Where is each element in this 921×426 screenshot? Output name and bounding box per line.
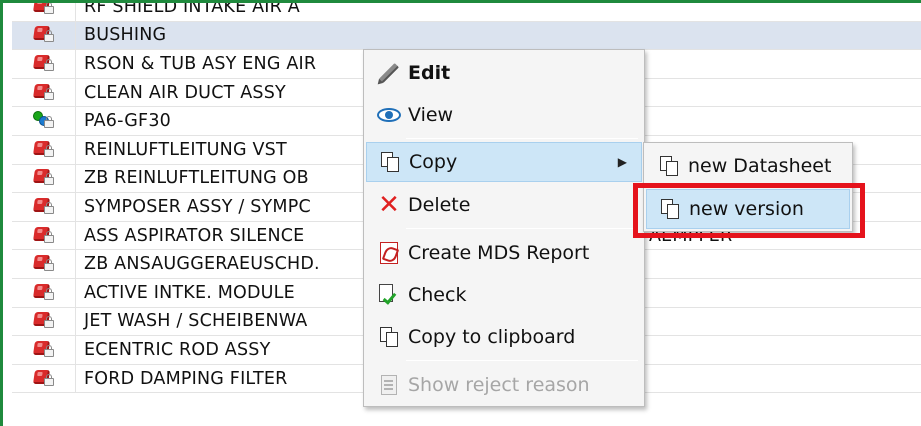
locked-status-icon [32, 254, 56, 274]
menu-item-view-label: View [408, 104, 454, 126]
context-menu: Edit View Copy ▶ ✕ Delete Create MDS Rep… [363, 49, 645, 407]
locked-status-icon [32, 283, 56, 303]
locked-status-icon [32, 311, 56, 331]
eye-icon [370, 108, 408, 122]
locked-status-icon [32, 83, 56, 103]
approved-status-icon [32, 111, 56, 131]
status-cell [12, 164, 76, 193]
row-name-text: PA6-GF30 [84, 111, 171, 132]
status-cell [12, 193, 76, 221]
menu-item-create-mds-report-label: Create MDS Report [408, 242, 590, 264]
menu-item-view[interactable]: View [366, 95, 642, 135]
menu-item-check-label: Check [408, 284, 467, 306]
locked-status-icon [32, 140, 56, 160]
menu-separator [406, 228, 638, 229]
locked-status-icon [32, 226, 56, 246]
status-cell [12, 21, 76, 50]
row-name-text: SYMPOSER ASSY / SYMPC [84, 196, 311, 217]
menu-item-copy-to-clipboard-label: Copy to clipboard [408, 326, 576, 348]
row-name-text: RF SHIELD INTAKE AIR A [84, 0, 300, 17]
status-cell [12, 364, 76, 393]
menu-item-check[interactable]: Check [366, 275, 642, 315]
submenu-arrow-icon: ▶ [617, 155, 627, 169]
status-cell [12, 107, 76, 135]
row-name-text: RSON & TUB ASY ENG AIR [84, 53, 317, 74]
status-cell [12, 78, 76, 107]
row-name-text: ECENTRIC ROD ASSY [84, 339, 271, 360]
check-icon [370, 284, 408, 306]
menu-separator [406, 138, 638, 139]
row-name: RF SHIELD INTAKE AIR A [76, 0, 921, 21]
row-name-text: ZB REINLUFTLEITUNG OB [84, 168, 309, 189]
locked-status-icon [32, 54, 56, 74]
row-name-text: JET WASH / SCHEIBENWA [84, 311, 308, 332]
submenu-item-new-datasheet[interactable]: new Datasheet [646, 146, 850, 186]
clipboard-icon [370, 327, 408, 347]
highlight-annotation-box [633, 183, 865, 238]
status-cell [12, 50, 76, 78]
row-name-text: FORD DAMPING FILTER [84, 368, 288, 389]
row-name-text: CLEAN AIR DUCT ASSY [84, 82, 286, 103]
locked-status-icon [32, 197, 56, 217]
pdf-icon [370, 242, 408, 264]
menu-item-create-mds-report[interactable]: Create MDS Report [366, 233, 642, 273]
status-cell [12, 336, 76, 364]
row-name-text: REINLUFTLEITUNG VST [84, 139, 287, 160]
new-datasheet-icon [650, 156, 688, 176]
menu-item-show-reject-reason-label: Show reject reason [408, 374, 590, 396]
menu-item-edit[interactable]: Edit [366, 53, 642, 93]
row-name-text: ASS ASPIRATOR SILENCE [84, 225, 305, 246]
status-cell [12, 278, 76, 307]
pencil-icon [370, 63, 408, 83]
table-row[interactable]: BUSHING [12, 21, 921, 51]
delete-x-icon: ✕ [378, 190, 400, 220]
locked-status-icon [32, 340, 56, 360]
status-cell [12, 307, 76, 336]
reject-reason-icon [370, 375, 408, 395]
menu-item-copy[interactable]: Copy ▶ [366, 142, 642, 182]
locked-status-icon [32, 168, 56, 188]
submenu-item-new-datasheet-label: new Datasheet [688, 155, 832, 177]
status-cell [12, 221, 76, 250]
menu-item-copy-to-clipboard[interactable]: Copy to clipboard [366, 317, 642, 357]
row-name-text: ZB ANSAUGGERAEUSCHD. [84, 254, 320, 275]
locked-status-icon [32, 3, 56, 17]
menu-item-copy-label: Copy [409, 151, 458, 173]
row-name: BUSHING [76, 22, 921, 50]
status-cell [12, 250, 76, 278]
status-cell [12, 135, 76, 164]
menu-item-edit-label: Edit [408, 62, 451, 84]
table-row[interactable]: RF SHIELD INTAKE AIR A [12, 0, 921, 22]
menu-item-delete[interactable]: ✕ Delete [366, 185, 642, 225]
menu-item-delete-label: Delete [408, 194, 471, 216]
locked-status-icon [32, 25, 56, 45]
menu-separator [406, 360, 638, 361]
locked-status-icon [32, 369, 56, 389]
row-name-text: ACTIVE INTKE. MODULE [84, 282, 295, 303]
status-cell [12, 3, 76, 21]
menu-item-show-reject-reason: Show reject reason [366, 365, 642, 405]
row-name-text: BUSHING [84, 25, 167, 46]
copy-icon [371, 152, 409, 172]
